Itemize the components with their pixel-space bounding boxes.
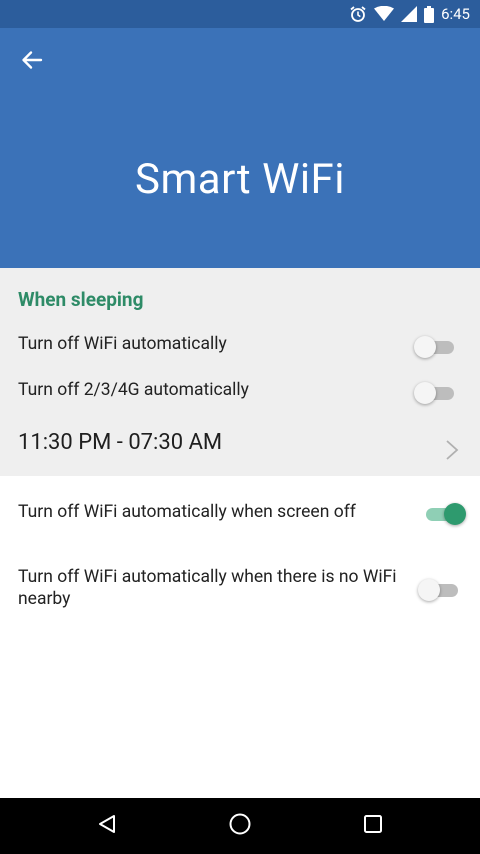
mobile-data-off-label: Turn off 2/3/4G automatically bbox=[18, 380, 249, 400]
back-triangle-icon bbox=[96, 813, 118, 839]
arrow-back-icon bbox=[21, 49, 43, 75]
screen-off-toggle[interactable] bbox=[422, 502, 466, 526]
status-time: 6:45 bbox=[441, 5, 470, 23]
nav-back-button[interactable] bbox=[77, 804, 137, 848]
battery-icon bbox=[424, 5, 435, 23]
screen-off-label: Turn off WiFi automatically when screen … bbox=[18, 502, 356, 522]
section-header: When sleeping bbox=[18, 288, 144, 311]
wifi-icon bbox=[374, 6, 395, 22]
recents-square-icon bbox=[362, 813, 384, 839]
back-button[interactable] bbox=[16, 46, 48, 78]
no-wifi-nearby-label: Turn off WiFi automatically when there i… bbox=[18, 567, 397, 609]
no-wifi-nearby-toggle[interactable] bbox=[418, 578, 462, 602]
no-wifi-nearby-row[interactable]: Turn off WiFi automatically when there i… bbox=[0, 566, 480, 618]
nav-recents-button[interactable] bbox=[343, 804, 403, 848]
chevron-right-icon bbox=[444, 438, 460, 462]
page-title: Smart WiFi bbox=[135, 155, 345, 204]
home-circle-icon bbox=[228, 812, 252, 840]
schedule-time: 11:30 PM - 07:30 AM bbox=[18, 430, 223, 455]
nav-home-button[interactable] bbox=[210, 804, 270, 848]
wifi-off-row[interactable]: Turn off WiFi automatically bbox=[0, 334, 480, 364]
wifi-off-label: Turn off WiFi automatically bbox=[18, 334, 227, 354]
alarm-icon bbox=[349, 5, 367, 23]
app-header: Smart WiFi bbox=[0, 28, 480, 268]
status-bar: 6:45 bbox=[0, 0, 480, 28]
mobile-data-off-row[interactable]: Turn off 2/3/4G automatically bbox=[0, 380, 480, 410]
mobile-data-off-toggle[interactable] bbox=[414, 381, 458, 405]
schedule-row[interactable]: 11:30 PM - 07:30 AM bbox=[0, 430, 480, 470]
sleep-section: When sleeping Turn off WiFi automaticall… bbox=[0, 268, 480, 476]
navigation-bar bbox=[0, 798, 480, 854]
signal-icon bbox=[401, 6, 418, 22]
wifi-off-toggle[interactable] bbox=[414, 335, 458, 359]
screen-off-row[interactable]: Turn off WiFi automatically when screen … bbox=[0, 502, 480, 532]
